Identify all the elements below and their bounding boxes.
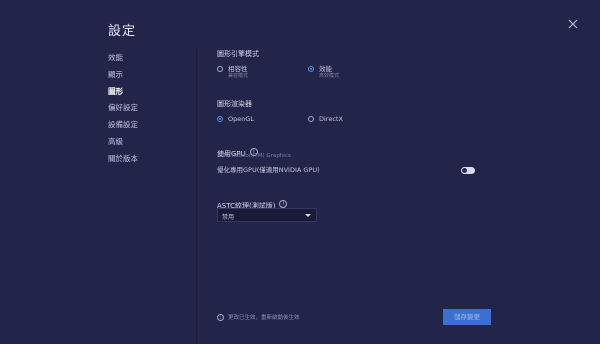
- gpu-prefer-label: 優化專用GPU(僅適用NVIDIA GPU): [217, 166, 320, 174]
- close-button[interactable]: [566, 17, 580, 31]
- renderer-directx-radio[interactable]: DirectX: [308, 115, 343, 123]
- renderer-directx-label: DirectX: [319, 115, 343, 123]
- renderer-label: 圖形渲染器: [217, 100, 252, 108]
- radio-icon[interactable]: [308, 116, 314, 122]
- engine-compat-radio[interactable]: 相容性 兼容模式: [217, 65, 248, 80]
- engine-performance-radio[interactable]: 效能 高效模式: [308, 65, 339, 80]
- gpu-prefer-toggle[interactable]: [461, 167, 475, 174]
- close-icon[interactable]: [566, 17, 580, 31]
- renderer-opengl-label: OpenGL: [228, 115, 255, 123]
- graphics-engine-label: 圖形引擎模式: [217, 50, 259, 58]
- renderer-opengl-radio[interactable]: OpenGL: [217, 115, 254, 123]
- engine-performance-label: 效能: [319, 65, 332, 73]
- radio-selected-icon[interactable]: [308, 66, 314, 72]
- sidebar-divider: [196, 48, 197, 344]
- sidebar-item-graphics[interactable]: 圖形: [108, 84, 208, 101]
- radio-selected-icon[interactable]: [217, 116, 223, 122]
- engine-compat-sub: 兼容模式: [228, 73, 249, 79]
- engine-compat-label: 相容性: [228, 65, 248, 73]
- caret-down-icon: [305, 214, 311, 217]
- astc-select[interactable]: 禁用: [217, 208, 317, 222]
- sidebar-item-device[interactable]: 設備設定: [108, 117, 208, 134]
- sidebar-item-about[interactable]: 關於版本: [108, 151, 208, 168]
- sidebar-item-performance[interactable]: 效能: [108, 50, 208, 67]
- sidebar-item-advanced[interactable]: 高級: [108, 134, 208, 151]
- settings-sidebar: 效能 顯示 圖形 偏好設定 設備設定 高級 關於版本: [108, 50, 208, 168]
- toggle-knob: [462, 168, 467, 173]
- info-icon: i: [217, 313, 224, 321]
- sidebar-item-display[interactable]: 顯示: [108, 67, 208, 84]
- info-icon[interactable]: i: [279, 199, 288, 208]
- footer-note-text: 更改已生效，重新啟動後生效: [228, 315, 300, 321]
- page-title: 設定: [108, 24, 137, 39]
- save-button[interactable]: 儲存變更: [443, 309, 491, 325]
- footer-note: i 更改已生效，重新啟動後生效: [217, 313, 300, 321]
- radio-icon[interactable]: [217, 66, 223, 72]
- engine-performance-sub: 高效模式: [319, 73, 340, 79]
- astc-selected-value: 禁用: [222, 214, 235, 221]
- gpu-device-name: AMD Radeon(TM) Graphics: [217, 153, 291, 159]
- sidebar-item-preferences[interactable]: 偏好設定: [108, 100, 208, 117]
